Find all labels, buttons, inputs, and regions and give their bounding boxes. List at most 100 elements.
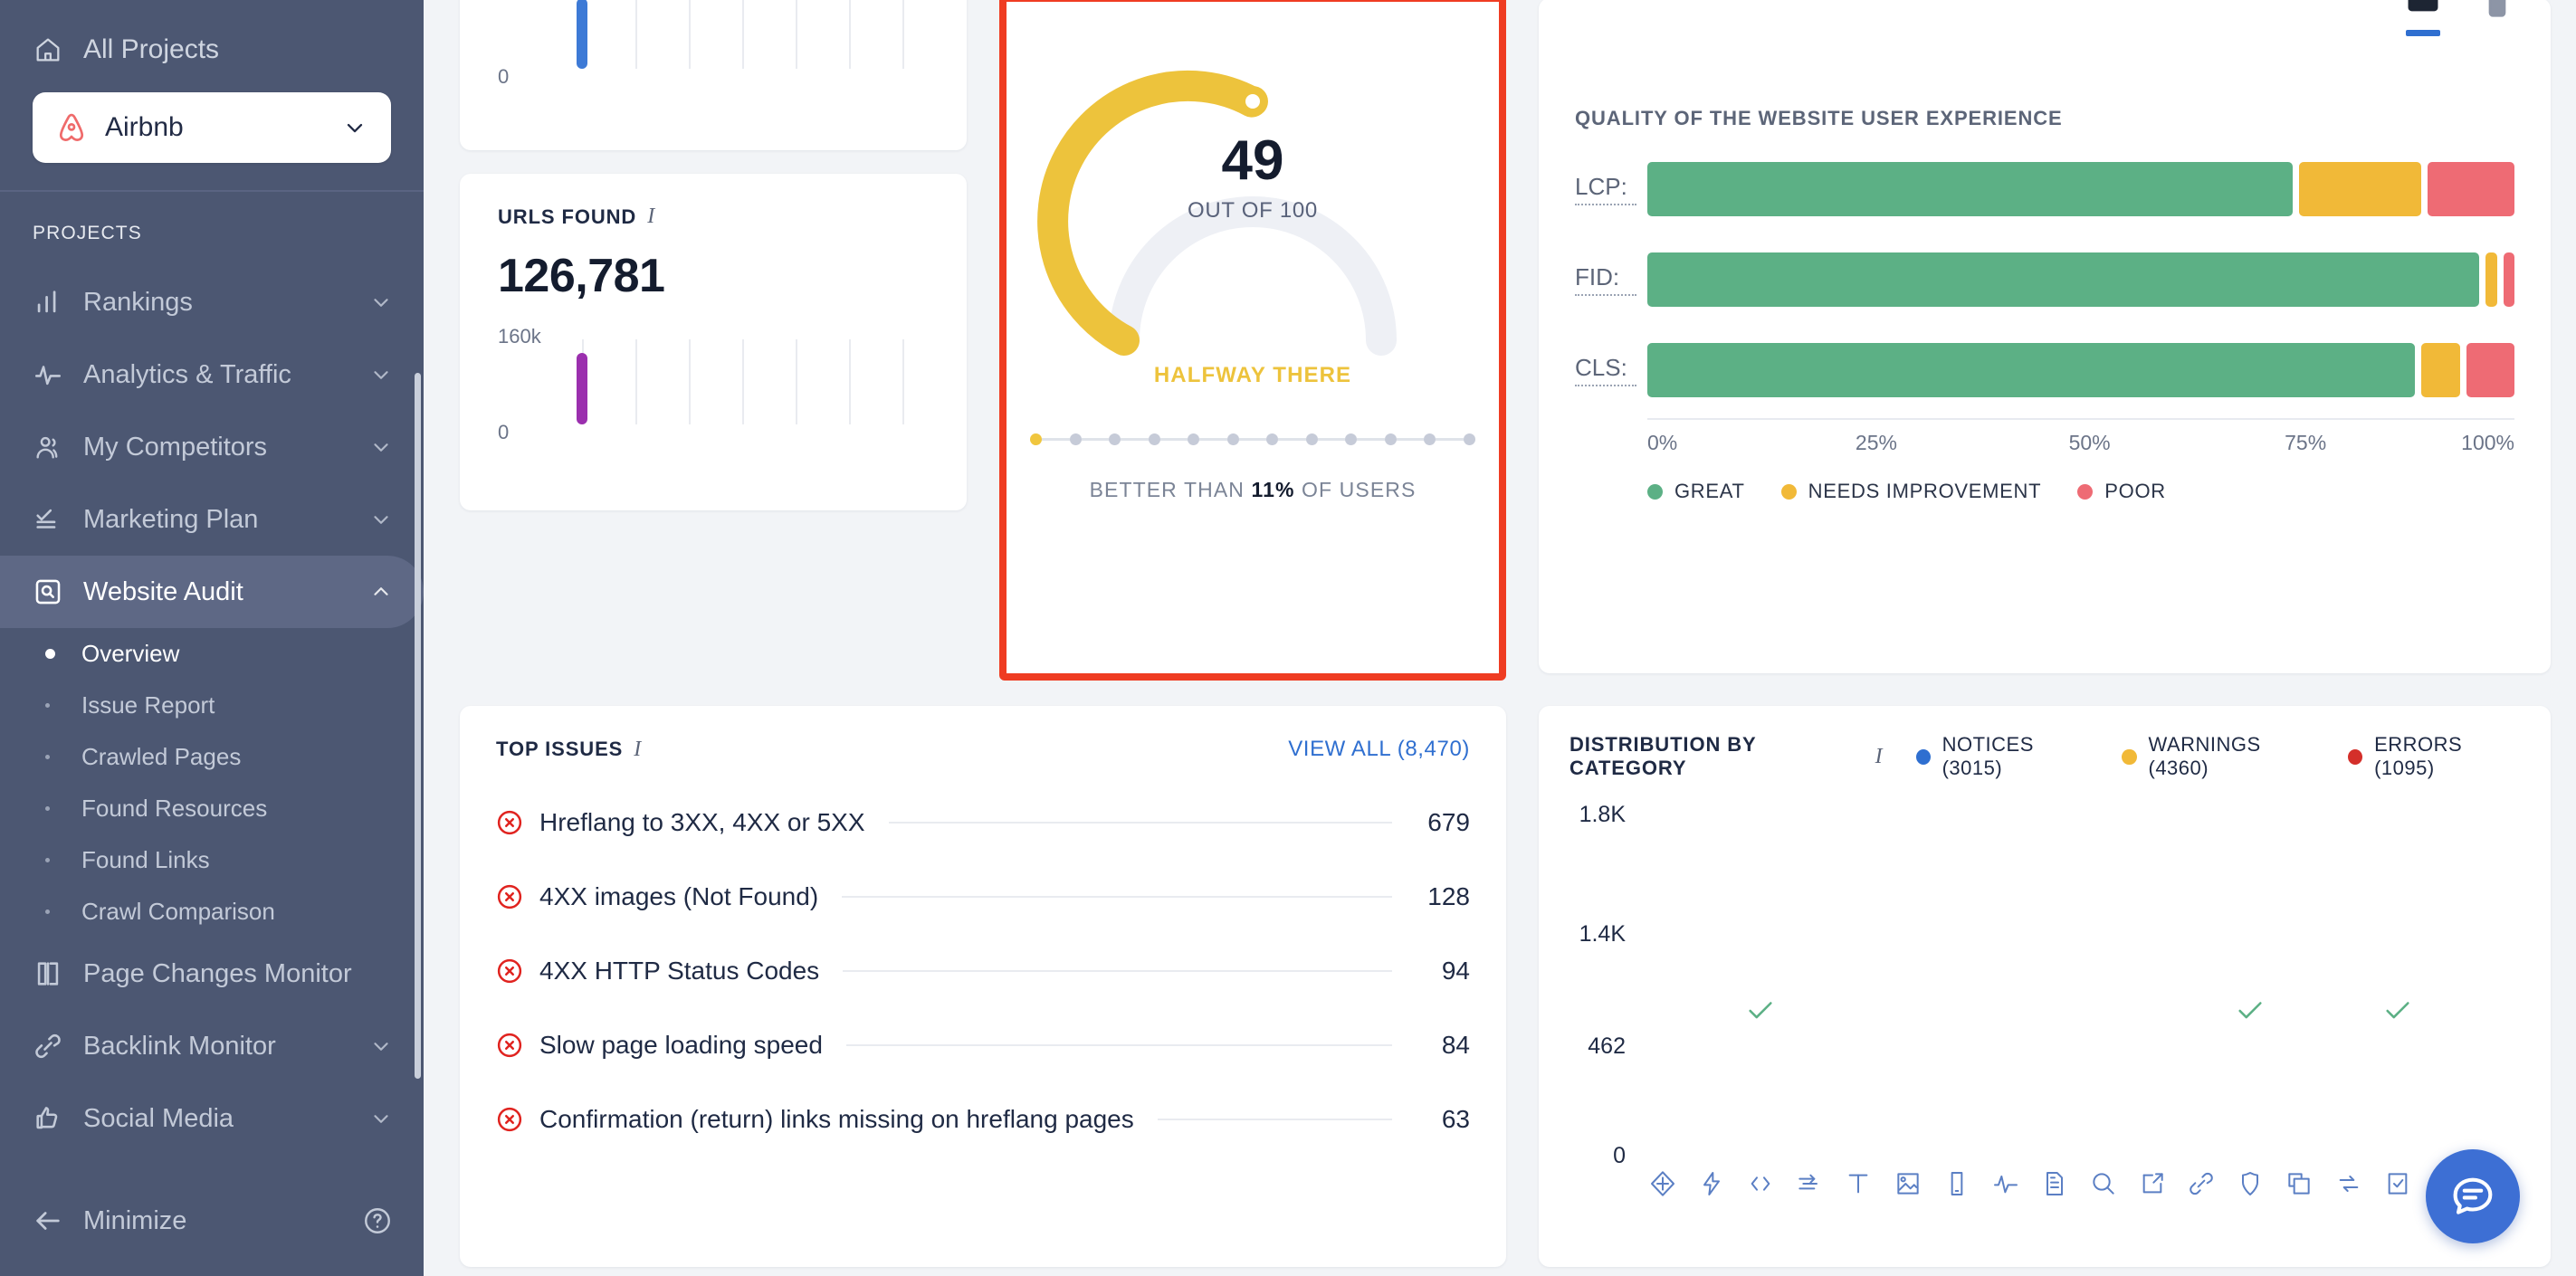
cwv-metric-label[interactable]: CLS: <box>1575 354 1636 386</box>
distribution-category-icon-cell[interactable] <box>2373 1169 2422 1198</box>
chevron-down-icon[interactable] <box>369 435 393 459</box>
info-icon[interactable]: i <box>634 738 642 762</box>
sidebar-subitem-issue-report[interactable]: Issue Report <box>0 680 424 731</box>
distribution-category-icon-cell[interactable] <box>2030 1169 2079 1198</box>
cwv-metric-label[interactable]: FID: <box>1575 263 1636 296</box>
chevron-down-icon[interactable] <box>342 115 367 140</box>
issue-row[interactable]: Hreflang to 3XX, 4XX or 5XX 679 <box>496 786 1470 860</box>
distribution-category-icon-cell[interactable] <box>1638 1169 1687 1198</box>
distribution-column[interactable] <box>2422 802 2471 1164</box>
issue-row[interactable]: 4XX HTTP Status Codes 94 <box>496 934 1470 1008</box>
sidebar-item-backlink-monitor[interactable]: Backlink Monitor <box>0 1010 424 1082</box>
cwv-legend-item-poor[interactable]: POOR <box>2077 480 2166 503</box>
cwv-segment-great[interactable] <box>1647 162 2293 216</box>
chevron-down-icon[interactable] <box>369 290 393 314</box>
distribution-column[interactable] <box>1981 802 2030 1164</box>
distribution-category-icon-cell[interactable] <box>1981 1169 2030 1198</box>
issue-row[interactable]: Slow page loading speed 84 <box>496 1008 1470 1082</box>
distribution-legend-item-errors[interactable]: ERRORS (1095) <box>2348 733 2520 780</box>
chevron-up-icon[interactable] <box>369 580 393 604</box>
sidebar-item-social-media[interactable]: Social Media <box>0 1082 424 1155</box>
sidebar-item-marketing-plan[interactable]: Marketing Plan <box>0 483 424 556</box>
cwv-segment-poor[interactable] <box>2503 252 2515 307</box>
issue-row[interactable]: 4XX images (Not Found) 128 <box>496 860 1470 934</box>
distribution-column[interactable] <box>2128 802 2177 1164</box>
cwv-legend-item-great[interactable]: GREAT <box>1647 480 1745 503</box>
distribution-column[interactable] <box>2373 802 2422 1164</box>
distribution-column[interactable] <box>2177 802 2226 1164</box>
sparkline-bar[interactable] <box>577 0 588 69</box>
distribution-category-icon-cell[interactable] <box>1932 1169 1981 1198</box>
cwv-legend-label: POOR <box>2104 480 2166 502</box>
chevron-down-icon[interactable] <box>369 1107 393 1130</box>
distribution-column[interactable] <box>2079 802 2128 1164</box>
chat-launcher-button[interactable] <box>2426 1149 2520 1243</box>
distribution-column[interactable] <box>2275 802 2323 1164</box>
sidebar-subitem-found-resources[interactable]: Found Resources <box>0 783 424 834</box>
distribution-column[interactable] <box>2030 802 2079 1164</box>
magnifier-icon <box>2093 1173 2114 1195</box>
sidebar-item-my-competitors[interactable]: My Competitors <box>0 411 424 483</box>
distribution-category-icon-cell[interactable] <box>2079 1169 2128 1198</box>
distribution-plot: 1.8K 1.4K 462 0 <box>1569 802 2520 1168</box>
cwv-segment-poor[interactable] <box>2427 162 2514 216</box>
distribution-column[interactable] <box>2324 802 2373 1164</box>
cwv-segment-needs-improvement[interactable] <box>2485 252 2497 307</box>
distribution-category-icon-cell[interactable] <box>2226 1169 2275 1198</box>
distribution-category-icon-cell[interactable] <box>1884 1169 1932 1198</box>
project-selector[interactable]: Airbnb <box>33 92 391 163</box>
distribution-column[interactable] <box>1932 802 1981 1164</box>
issue-row[interactable]: Confirmation (return) links missing on h… <box>496 1082 1470 1157</box>
sidebar-scrollbar[interactable] <box>415 373 421 1079</box>
distribution-category-icon-cell[interactable] <box>1785 1169 1834 1198</box>
sidebar-subitem-found-links[interactable]: Found Links <box>0 834 424 886</box>
distribution-category-icon-cell[interactable] <box>1687 1169 1736 1198</box>
distribution-legend-item-notices[interactable]: NOTICES (3015) <box>1915 733 2092 780</box>
cwv-segment-poor[interactable] <box>2466 343 2514 397</box>
chevron-down-icon[interactable] <box>369 1034 393 1058</box>
sidebar-item-rankings[interactable]: Rankings <box>0 266 424 338</box>
question-circle-icon[interactable] <box>362 1205 393 1236</box>
distribution-category-icon-cell[interactable] <box>1834 1169 1883 1198</box>
distribution-legend-item-warnings[interactable]: WARNINGS (4360) <box>2122 733 2317 780</box>
info-icon[interactable]: i <box>1875 745 1884 769</box>
cwv-axis: 0% 25% 50% 75% 100% <box>1647 418 2514 454</box>
distribution-column[interactable] <box>1834 802 1883 1164</box>
distribution-column[interactable] <box>1736 802 1785 1164</box>
sparkline-column <box>716 339 769 424</box>
device-toggle-desktop[interactable] <box>2406 0 2440 36</box>
cwv-metric-label[interactable]: LCP: <box>1575 173 1636 205</box>
distribution-column[interactable] <box>1638 802 1687 1164</box>
sidebar-subitem-crawl-comparison[interactable]: Crawl Comparison <box>0 886 424 938</box>
issue-label: 4XX HTTP Status Codes <box>539 957 820 985</box>
distribution-column[interactable] <box>1687 802 1736 1164</box>
chevron-down-icon[interactable] <box>369 508 393 531</box>
sidebar-subitem-overview[interactable]: Overview <box>0 628 424 680</box>
cwv-segment-great[interactable] <box>1647 252 2480 307</box>
percentile-dot <box>1030 433 1042 445</box>
sidebar-item-page-changes-monitor[interactable]: Page Changes Monitor <box>0 938 424 1010</box>
sidebar-item-analytics-traffic[interactable]: Analytics & Traffic <box>0 338 424 411</box>
chevron-down-icon[interactable] <box>369 363 393 386</box>
cwv-segment-needs-improvement[interactable] <box>2298 162 2421 216</box>
info-icon[interactable]: i <box>647 205 655 229</box>
distribution-category-icon-cell[interactable] <box>1736 1169 1785 1198</box>
distribution-category-icon-cell[interactable] <box>2324 1169 2373 1198</box>
cwv-legend-item-needs-improvement[interactable]: NEEDS IMPROVEMENT <box>1780 480 2042 503</box>
sidebar-item-website-audit[interactable]: Website Audit <box>0 556 424 628</box>
device-toggle-mobile[interactable] <box>2480 0 2514 24</box>
sidebar-subitem-crawled-pages[interactable]: Crawled Pages <box>0 731 424 783</box>
distribution-column[interactable] <box>1884 802 1932 1164</box>
distribution-column[interactable] <box>2471 802 2520 1164</box>
view-all-issues-link[interactable]: VIEW ALL (8,470) <box>1288 737 1470 762</box>
sparkline-bar[interactable] <box>577 353 588 424</box>
distribution-column[interactable] <box>1785 802 1834 1164</box>
cwv-segment-needs-improvement[interactable] <box>2420 343 2461 397</box>
sidebar-all-projects[interactable]: All Projects <box>33 22 391 65</box>
distribution-category-icon-cell[interactable] <box>2177 1169 2226 1198</box>
distribution-column[interactable] <box>2226 802 2275 1164</box>
sidebar-minimize[interactable]: Minimize <box>33 1182 393 1260</box>
distribution-category-icon-cell[interactable] <box>2128 1169 2177 1198</box>
distribution-category-icon-cell[interactable] <box>2275 1169 2323 1198</box>
cwv-segment-great[interactable] <box>1647 343 2415 397</box>
